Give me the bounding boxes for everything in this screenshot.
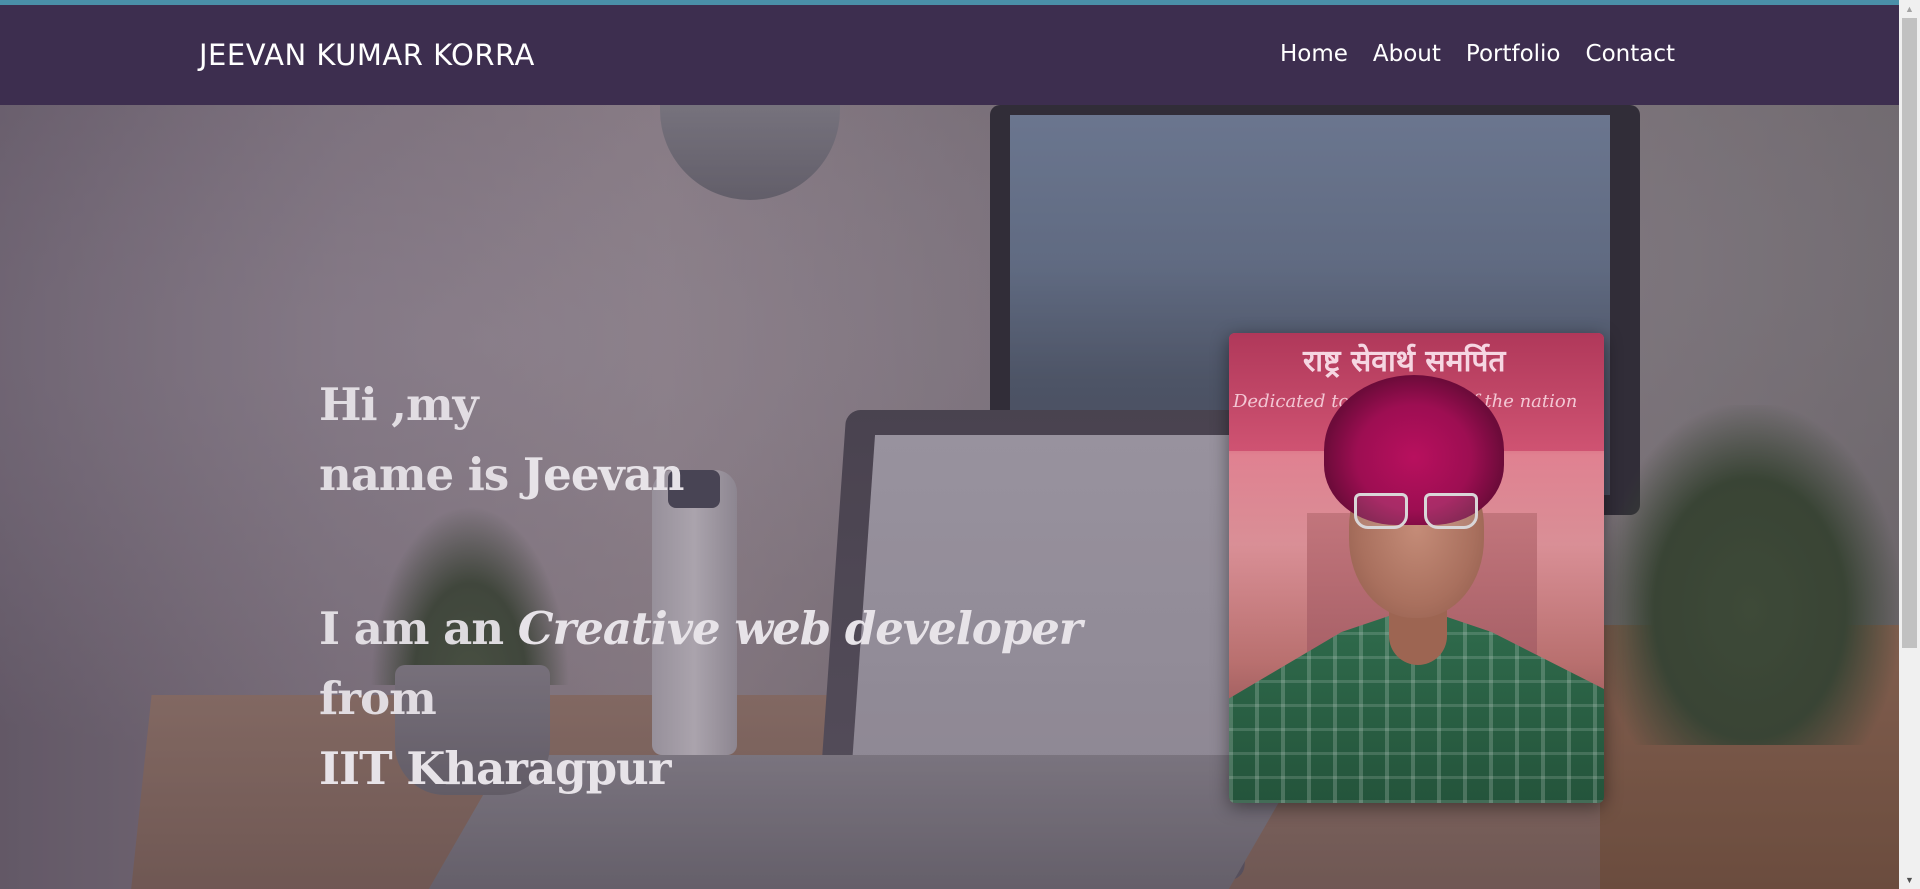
nav-link-portfolio[interactable]: Portfolio bbox=[1466, 41, 1561, 67]
greeting-text: Hi ,my bbox=[319, 378, 479, 431]
nav-link-about[interactable]: About bbox=[1373, 41, 1441, 67]
scroll-down-icon[interactable]: ▼ bbox=[1899, 871, 1920, 889]
profile-photo: राष्ट्र सेवार्थ समर्पित Dedicated to the… bbox=[1229, 333, 1604, 803]
intro-spacer bbox=[319, 510, 1179, 594]
hero-intro-text: Hi ,my name is Jeevan I am an Creative w… bbox=[319, 370, 1179, 804]
intro-institute-line: IIT Kharagpur bbox=[319, 734, 1179, 804]
intro-greeting: Hi ,my bbox=[319, 370, 1179, 440]
nav-links: Home About Portfolio Contact bbox=[1280, 41, 1675, 67]
nav-link-home[interactable]: Home bbox=[1280, 41, 1348, 67]
photo-glasses-right bbox=[1424, 493, 1478, 529]
brand-logo-link[interactable]: JEEVAN KUMAR KORRA bbox=[199, 38, 535, 72]
photo-sign-text: राष्ट्र सेवार्थ समर्पित bbox=[1303, 344, 1506, 379]
role-prefix: I am an bbox=[319, 602, 518, 655]
navbar: JEEVAN KUMAR KORRA Home About Portfolio … bbox=[0, 5, 1899, 105]
photo-glasses-left bbox=[1354, 493, 1408, 529]
role-text: Creative web developer bbox=[517, 602, 1083, 655]
scroll-up-icon[interactable]: ▲ bbox=[1899, 0, 1920, 18]
intro-role-line: I am an Creative web developer from bbox=[319, 594, 1179, 734]
role-suffix: from bbox=[319, 672, 436, 725]
intro-name-line: name is Jeevan bbox=[319, 440, 1179, 510]
name-text: Jeevan bbox=[522, 448, 685, 501]
name-prefix: name is bbox=[319, 448, 523, 501]
institute-text: IIT Kharagpur bbox=[319, 742, 671, 795]
scrollbar-thumb[interactable] bbox=[1902, 18, 1917, 648]
nav-link-contact[interactable]: Contact bbox=[1586, 41, 1675, 67]
vertical-scrollbar[interactable]: ▲ ▼ bbox=[1899, 0, 1920, 889]
